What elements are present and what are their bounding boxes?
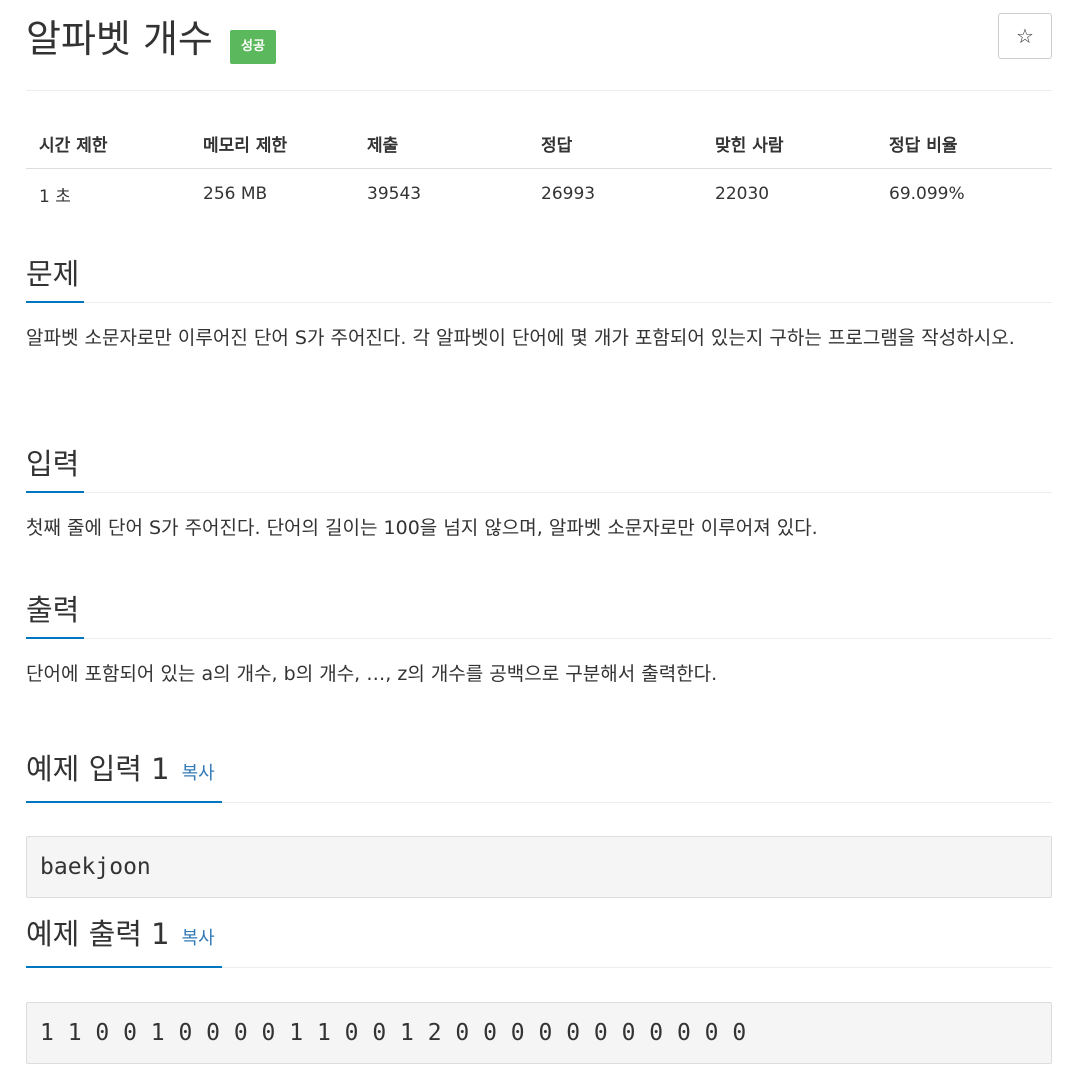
value-solved-users: 22030: [715, 184, 770, 204]
problem-title: 알파벳 개수: [26, 17, 213, 61]
star-icon: ☆: [1016, 24, 1034, 48]
favorite-button[interactable]: ☆: [998, 13, 1052, 59]
output-section: 출력 단어에 포함되어 있는 a의 개수, b의 개수, …, z의 개수를 공…: [26, 588, 1052, 695]
problem-description-section: 문제 알파벳 소문자로만 이루어진 단어 S가 주어진다. 각 알파벳이 단어에…: [26, 252, 1052, 359]
header-memory-limit: 메모리 제한: [190, 118, 354, 169]
heading-underline: [26, 801, 222, 803]
section-heading: 출력: [26, 588, 1052, 639]
header-accept-ratio: 정답 비율: [876, 118, 1052, 169]
header-submissions: 제출: [354, 118, 528, 169]
problem-info-table: 시간 제한 메모리 제한 제출 정답 맞힌 사람 정답 비율 1 초 256 M…: [26, 118, 1052, 219]
value-submissions: 39543: [367, 184, 422, 204]
heading-underline: [26, 491, 84, 493]
heading-underline: [26, 966, 222, 968]
value-accept-ratio: 69.099%: [889, 184, 965, 204]
heading-underline: [26, 637, 84, 639]
header-solved-users: 맞힌 사람: [702, 118, 876, 169]
section-title: 입력: [26, 447, 80, 481]
input-description-text: 첫째 줄에 단어 S가 주어진다. 단어의 길이는 100을 넘지 않으며, 알…: [26, 517, 818, 539]
value-time-limit: 1 초: [39, 186, 71, 207]
section-title: 출력: [26, 593, 80, 627]
info-header-row: 시간 제한 메모리 제한 제출 정답 맞힌 사람 정답 비율: [26, 118, 1052, 169]
section-heading: 문제: [26, 252, 1052, 303]
section-title: 예제 출력 1: [26, 917, 170, 951]
status-badge: 성공: [230, 30, 276, 64]
section-heading: 예제 입력 1 복사: [26, 752, 1052, 803]
section-title: 예제 입력 1: [26, 752, 170, 786]
section-title-wrap: 예제 입력 1 복사: [26, 749, 215, 794]
section-title: 문제: [26, 257, 80, 291]
header-time-limit: 시간 제한: [26, 118, 190, 169]
header-accepted: 정답: [528, 118, 702, 169]
copy-sample-input-link[interactable]: 복사: [182, 763, 215, 784]
title-divider: [26, 90, 1052, 91]
sample-input-section: 예제 입력 1 복사: [26, 752, 1052, 803]
output-description-text: 단어에 포함되어 있는 a의 개수, b의 개수, …, z의 개수를 공백으로…: [26, 663, 718, 685]
section-title-wrap: 예제 출력 1 복사: [26, 914, 215, 959]
section-heading: 입력: [26, 442, 1052, 493]
sample-input-box[interactable]: baekjoon: [26, 836, 1052, 898]
info-value-row: 1 초 256 MB 39543 26993 22030 69.099%: [26, 169, 1052, 220]
copy-sample-output-link[interactable]: 복사: [182, 928, 215, 949]
section-heading: 예제 출력 1 복사: [26, 917, 1052, 968]
value-memory-limit: 256 MB: [203, 184, 268, 204]
value-accepted: 26993: [541, 184, 596, 204]
sample-output-section: 예제 출력 1 복사: [26, 917, 1052, 968]
sample-output-box[interactable]: 1 1 0 0 1 0 0 0 0 1 1 0 0 1 2 0 0 0 0 0 …: [26, 1002, 1052, 1064]
heading-underline: [26, 301, 84, 303]
input-section: 입력 첫째 줄에 단어 S가 주어진다. 단어의 길이는 100을 넘지 않으며…: [26, 442, 1052, 549]
problem-description-text: 알파벳 소문자로만 이루어진 단어 S가 주어진다. 각 알파벳이 단어에 몇 …: [26, 327, 1015, 349]
problem-page: 알파벳 개수 성공 ☆ 시간 제한 메모리 제한 제출 정답 맞힌 사람 정답 …: [0, 0, 1085, 1089]
problem-header: 알파벳 개수 성공 ☆: [26, 10, 1052, 70]
